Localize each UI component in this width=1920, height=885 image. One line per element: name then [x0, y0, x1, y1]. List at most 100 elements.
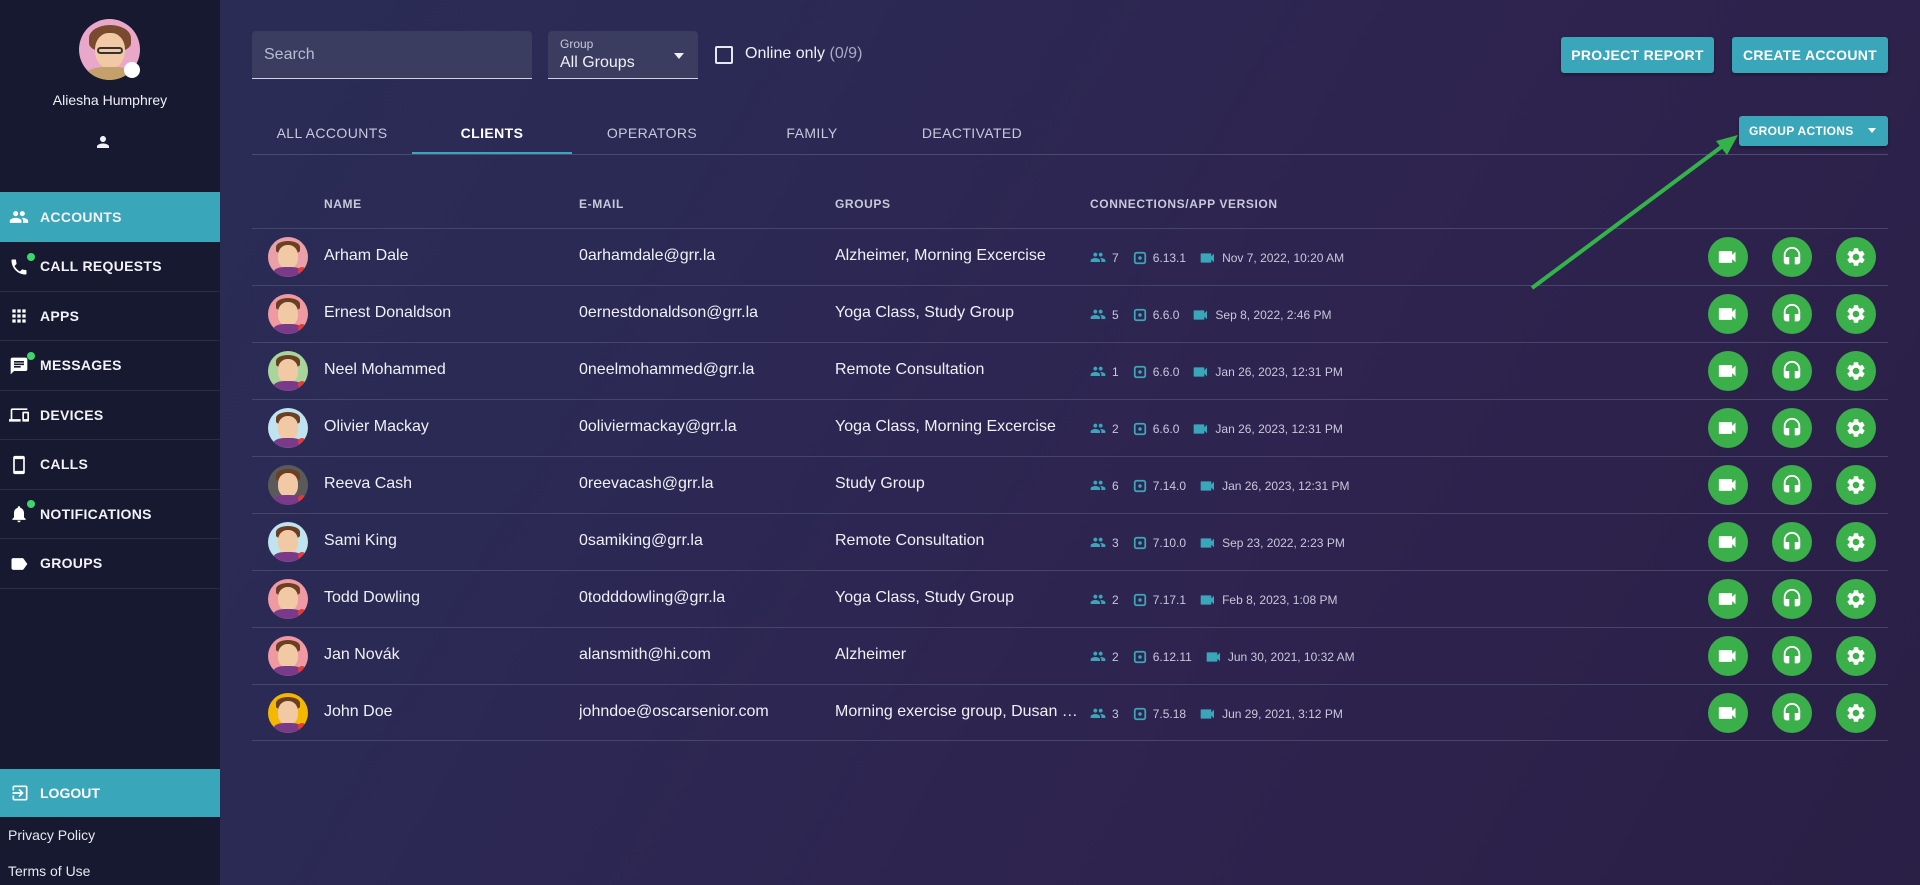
- connections-icon: [1090, 594, 1106, 604]
- gear-icon: [1845, 303, 1867, 325]
- tab-family[interactable]: FAMILY: [732, 112, 892, 154]
- settings-button[interactable]: [1836, 465, 1876, 505]
- sidebar-item-label: ACCOUNTS: [40, 209, 122, 225]
- audio-call-button[interactable]: [1772, 522, 1812, 562]
- audio-call-button[interactable]: [1772, 237, 1812, 277]
- column-header-name[interactable]: NAME: [324, 197, 362, 211]
- connections-icon: [1090, 480, 1106, 490]
- connections-count: 2: [1112, 650, 1119, 664]
- audio-call-button[interactable]: [1772, 465, 1812, 505]
- video-call-button[interactable]: [1708, 294, 1748, 334]
- audio-call-button[interactable]: [1772, 294, 1812, 334]
- row-connections: 7 6.13.1 Nov 7, 2022, 10:20 AM: [1090, 250, 1344, 266]
- video-call-button[interactable]: [1708, 693, 1748, 733]
- app-version-icon: [1133, 422, 1146, 436]
- sidebar-item-call-requests[interactable]: CALL REQUESTS: [0, 242, 220, 292]
- headset-icon: [1781, 588, 1803, 610]
- tab-deactivated[interactable]: DEACTIVATED: [892, 112, 1052, 154]
- video-call-button[interactable]: [1708, 522, 1748, 562]
- group-actions-button[interactable]: GROUP ACTIONS: [1739, 116, 1888, 146]
- video-call-icon: [1194, 367, 1208, 377]
- video-call-icon: [1200, 253, 1215, 263]
- last-call-time: Jan 26, 2023, 12:31 PM: [1222, 479, 1350, 493]
- sidebar-item-groups[interactable]: GROUPS: [0, 539, 220, 589]
- online-only-checkbox[interactable]: [715, 46, 733, 64]
- apps-grid-icon: [12, 309, 26, 323]
- table-row[interactable]: Neel Mohammed 0neelmohammed@grr.la Remote …: [252, 342, 1888, 399]
- settings-button[interactable]: [1836, 294, 1876, 334]
- app-version: 6.6.0: [1152, 308, 1180, 322]
- sidebar-item-label: NOTIFICATIONS: [40, 505, 152, 522]
- audio-call-button[interactable]: [1772, 351, 1812, 391]
- last-call-time: Jan 26, 2023, 12:31 PM: [1215, 422, 1343, 436]
- settings-button[interactable]: [1836, 408, 1876, 448]
- audio-call-button[interactable]: [1772, 408, 1812, 448]
- column-header-groups[interactable]: GROUPS: [835, 197, 891, 211]
- video-camera-icon: [1718, 534, 1738, 550]
- video-call-button[interactable]: [1708, 636, 1748, 676]
- row-connections: 5 6.6.0 Sep 8, 2022, 2:46 PM: [1090, 307, 1331, 323]
- tab-operators[interactable]: OPERATORS: [572, 112, 732, 154]
- sidebar-item-accounts[interactable]: ACCOUNTS: [0, 192, 220, 242]
- tab-clients[interactable]: CLIENTS: [412, 112, 572, 154]
- connections-count: 3: [1112, 536, 1119, 550]
- unread-dot: [27, 351, 35, 360]
- sidebar-item-calls[interactable]: CALLS: [0, 440, 220, 490]
- edit-avatar-icon[interactable]: [124, 62, 140, 78]
- terms-of-use-link[interactable]: Terms of Use: [8, 863, 90, 879]
- person-icon[interactable]: [94, 133, 112, 151]
- group-actions-label: GROUP ACTIONS: [1749, 124, 1854, 138]
- chevron-down-icon: [1868, 128, 1876, 133]
- tab-all-accounts[interactable]: ALL ACCOUNTS: [252, 112, 412, 154]
- search-input[interactable]: [252, 31, 532, 78]
- audio-call-button[interactable]: [1772, 579, 1812, 619]
- create-account-button[interactable]: CREATE ACCOUNT: [1732, 37, 1888, 73]
- row-email: alansmith@hi.com: [579, 646, 711, 663]
- group-select[interactable]: Group All Groups: [548, 31, 698, 79]
- video-call-button[interactable]: [1708, 351, 1748, 391]
- table-row[interactable]: Reeva Cash 0reevacash@grr.la Study Group 6 7…: [252, 456, 1888, 513]
- row-name: Todd Dowling: [324, 589, 421, 606]
- people-icon: [9, 211, 29, 223]
- privacy-policy-link[interactable]: Privacy Policy: [8, 827, 95, 843]
- audio-call-button[interactable]: [1772, 693, 1812, 733]
- column-header-connections[interactable]: CONNECTIONS/APP VERSION: [1090, 197, 1278, 211]
- settings-button[interactable]: [1836, 351, 1876, 391]
- table-row[interactable]: Sami King 0samiking@grr.la Remote Consulta…: [252, 513, 1888, 570]
- search-field[interactable]: [252, 31, 532, 79]
- video-call-button[interactable]: [1708, 465, 1748, 505]
- table-row[interactable]: Olivier Mackay 0oliviermackay@grr.la Yoga …: [252, 399, 1888, 456]
- gear-icon: [1845, 588, 1867, 610]
- logout-button[interactable]: LOGOUT: [0, 769, 220, 817]
- project-report-button[interactable]: PROJECT REPORT: [1561, 37, 1714, 73]
- sidebar-item-apps[interactable]: APPS: [0, 291, 220, 341]
- video-call-button[interactable]: [1708, 579, 1748, 619]
- row-name: Jan Novák: [324, 646, 400, 663]
- sidebar-item-messages[interactable]: MESSAGES: [0, 341, 220, 391]
- video-call-button[interactable]: [1708, 408, 1748, 448]
- connections-count: 3: [1112, 707, 1119, 721]
- app-version: 6.13.1: [1152, 251, 1187, 265]
- online-count: (0/9): [829, 45, 863, 62]
- settings-button[interactable]: [1836, 522, 1876, 562]
- table-row[interactable]: Jan Novák alansmith@hi.com Alzheimer 2 6.12.…: [252, 627, 1888, 684]
- user-name: Aliesha Humphrey: [52, 92, 168, 108]
- last-call-time: Jun 29, 2021, 3:12 PM: [1222, 707, 1343, 721]
- online-only-label[interactable]: Online only (0/9): [745, 45, 862, 63]
- column-header-email[interactable]: E-MAIL: [579, 197, 624, 211]
- table-row[interactable]: John Doe johndoe@oscarsenior.com Morning e…: [252, 684, 1888, 741]
- table-row[interactable]: Todd Dowling 0todddowling@grr.la Yoga Clas…: [252, 570, 1888, 627]
- app-version-icon: [1133, 365, 1146, 379]
- sidebar-item-notifications[interactable]: NOTIFICATIONS: [0, 489, 220, 539]
- audio-call-button[interactable]: [1772, 636, 1812, 676]
- video-call-icon: [1200, 709, 1215, 719]
- settings-button[interactable]: [1836, 579, 1876, 619]
- avatar: [268, 579, 308, 619]
- video-camera-icon: [1718, 306, 1738, 322]
- settings-button[interactable]: [1836, 237, 1876, 277]
- app-version: 7.10.0: [1152, 536, 1187, 550]
- sidebar-item-devices[interactable]: DEVICES: [0, 390, 220, 440]
- settings-button[interactable]: [1836, 636, 1876, 676]
- row-email: 0arhamdale@grr.la: [579, 247, 716, 264]
- settings-button[interactable]: [1836, 693, 1876, 733]
